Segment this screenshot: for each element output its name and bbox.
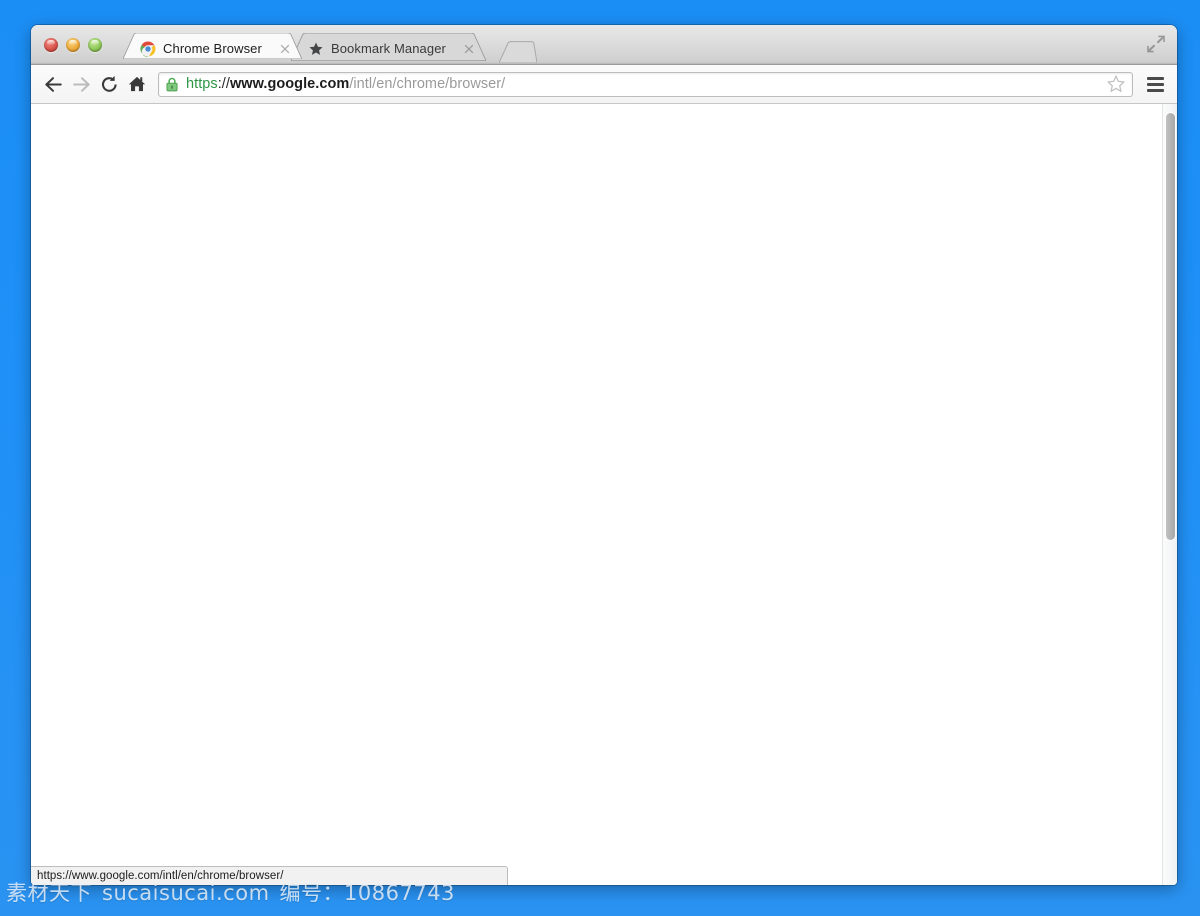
url-path: /intl/en/chrome/browser/ — [349, 76, 506, 92]
chrome-logo-icon — [140, 40, 156, 57]
padlock-icon — [166, 77, 178, 91]
url-host: www.google.com — [229, 76, 350, 92]
minimize-window-button[interactable] — [66, 38, 80, 52]
zoom-window-button[interactable] — [88, 38, 102, 52]
tab-chrome-browser[interactable]: Chrome Browser — [123, 33, 302, 64]
forward-button — [67, 70, 95, 98]
home-icon — [128, 76, 146, 92]
watermark-site-cn: 素材天下 — [6, 881, 92, 905]
watermark-id-label: 编号： — [279, 881, 345, 905]
scrollbar-thumb[interactable] — [1166, 113, 1175, 540]
address-bar[interactable]: https://www.google.com/intl/en/chrome/br… — [158, 71, 1133, 97]
watermark-id-value: 10867743 — [344, 881, 455, 905]
url-separator: :// — [217, 76, 230, 92]
new-tab-shape — [498, 41, 538, 64]
menu-line — [1146, 88, 1164, 92]
tab-title: Chrome Browser — [163, 41, 262, 56]
watermark-site-en: sucaisucai.com — [102, 881, 270, 905]
browser-toolbar: https://www.google.com/intl/en/chrome/br… — [31, 65, 1177, 104]
menu-line — [1146, 82, 1164, 86]
watermark: 素材天下 sucaisucai.com 编号：10867743 — [6, 877, 455, 907]
back-button[interactable] — [39, 70, 67, 98]
tab-bookmark-manager[interactable]: Bookmark Manager — [290, 33, 486, 64]
page-content[interactable] — [31, 104, 1162, 885]
reload-button[interactable] — [95, 70, 123, 98]
chrome-menu-button[interactable] — [1142, 71, 1168, 97]
arrow-left-icon — [44, 76, 62, 92]
window-controls — [44, 38, 102, 52]
close-icon[interactable] — [462, 42, 476, 56]
tab-list: Chrome Browser Bookmark Manager — [123, 25, 538, 64]
url-scheme: https — [186, 76, 218, 92]
new-tab-button[interactable] — [498, 41, 538, 64]
close-window-button[interactable] — [44, 38, 58, 52]
star-filled-icon — [309, 41, 323, 55]
page-viewport: https://www.google.com/intl/en/chrome/br… — [31, 104, 1177, 885]
fullscreen-icon[interactable] — [1145, 33, 1167, 55]
close-icon[interactable] — [278, 42, 292, 56]
url-display: https://www.google.com/intl/en/chrome/br… — [186, 77, 1106, 92]
home-button[interactable] — [123, 70, 151, 98]
vertical-scrollbar[interactable] — [1162, 104, 1177, 885]
desktop-background: Chrome Browser Bookmark Manager https://… — [0, 0, 1200, 916]
bookmark-star-icon[interactable] — [1106, 74, 1126, 94]
tab-strip: Chrome Browser Bookmark Manager — [31, 25, 1177, 65]
reload-icon — [101, 75, 117, 92]
arrow-right-icon — [72, 76, 90, 92]
menu-line — [1146, 76, 1164, 80]
tab-title: Bookmark Manager — [330, 41, 446, 56]
browser-window: Chrome Browser Bookmark Manager https://… — [31, 25, 1177, 885]
